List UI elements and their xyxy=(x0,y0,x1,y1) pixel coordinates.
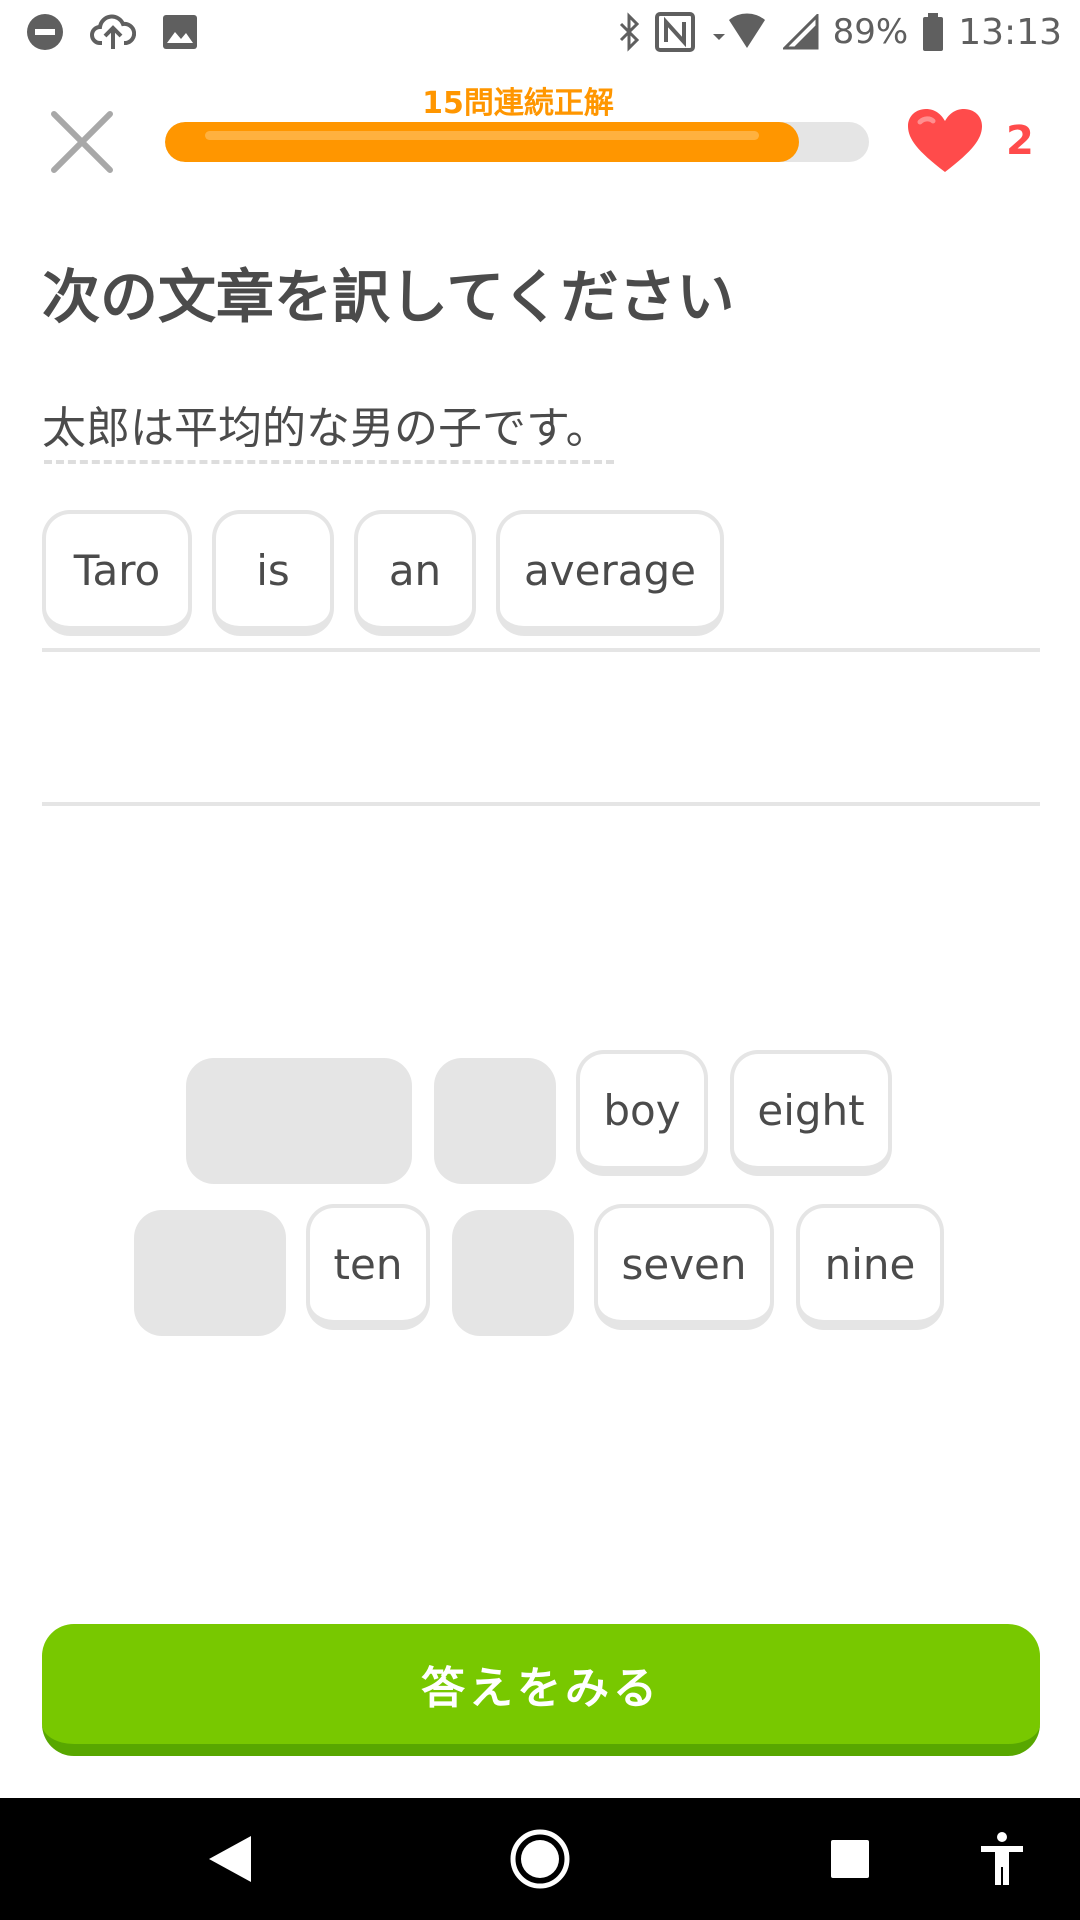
nfc-icon xyxy=(654,12,695,52)
word-bank-chip[interactable]: nine xyxy=(796,1204,944,1330)
close-button[interactable] xyxy=(48,108,116,176)
word-bank-empty-slot xyxy=(452,1210,574,1336)
word-bank-empty-slot xyxy=(186,1058,412,1184)
show-answer-button[interactable]: 答えをみる xyxy=(42,1624,1040,1756)
progress-shine xyxy=(205,131,759,140)
selected-word-chip[interactable]: an xyxy=(354,510,476,636)
nav-accessibility-button[interactable] xyxy=(962,1798,1042,1920)
nav-home-button[interactable] xyxy=(500,1798,580,1920)
battery-icon xyxy=(923,13,944,51)
word-bank-chip[interactable]: eight xyxy=(730,1050,892,1176)
cloud-upload-icon xyxy=(90,14,136,49)
image-icon xyxy=(163,15,197,49)
nav-back-button[interactable] xyxy=(190,1798,270,1920)
hearts-indicator: 2 xyxy=(906,108,1034,174)
prompt-sentence[interactable]: 太郎は平均的な男の子です。 xyxy=(42,392,610,456)
selected-word-chip[interactable]: is xyxy=(212,510,334,636)
home-icon xyxy=(510,1829,570,1889)
lesson-progress-bar xyxy=(165,122,869,162)
wifi-icon xyxy=(712,13,765,49)
heart-icon xyxy=(908,109,982,172)
status-bar-left xyxy=(26,12,198,52)
close-icon xyxy=(51,111,113,173)
progress-fill xyxy=(165,122,799,162)
back-icon xyxy=(209,1836,251,1882)
system-nav-bar xyxy=(0,1798,1080,1920)
answer-line xyxy=(42,648,1040,652)
word-bank-empty-slot xyxy=(434,1058,556,1184)
status-bar: 89% 13:13 xyxy=(0,0,1080,64)
dnd-icon xyxy=(27,14,63,50)
hearts-count: 2 xyxy=(1006,118,1034,164)
streak-label: 15問連続正解 xyxy=(422,86,614,121)
word-bank-chip[interactable]: ten xyxy=(306,1204,430,1330)
word-bank-empty-slot xyxy=(134,1210,286,1336)
prompt-hint-underline xyxy=(44,460,614,464)
selected-word-chip[interactable]: Taro xyxy=(42,510,192,636)
clock: 13:13 xyxy=(958,11,1062,53)
recents-icon xyxy=(831,1840,869,1878)
accessibility-icon xyxy=(981,1832,1023,1885)
word-bank-chip[interactable]: seven xyxy=(594,1204,774,1330)
selected-word-chip[interactable]: average xyxy=(496,510,724,636)
answer-line xyxy=(42,802,1040,806)
bluetooth-icon xyxy=(619,12,639,52)
battery-percent: 89% xyxy=(832,12,909,52)
status-bar-right: 89% 13:13 xyxy=(617,8,1062,56)
nav-recents-button[interactable] xyxy=(810,1798,890,1920)
word-bank-chip[interactable]: boy xyxy=(576,1050,708,1176)
exercise-title: 次の文章を訳してください xyxy=(42,263,735,331)
signal-icon xyxy=(782,14,819,50)
